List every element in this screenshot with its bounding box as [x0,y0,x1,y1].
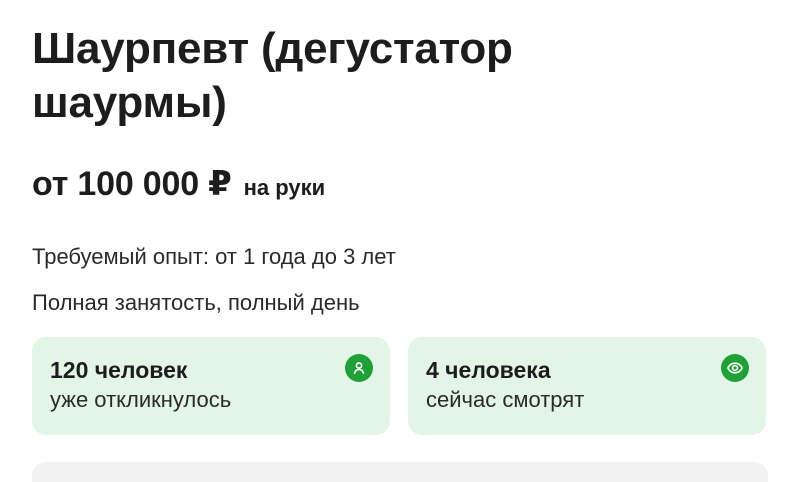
experience-requirement: Требуемый опыт: от 1 года до 3 лет [32,244,396,269]
eye-icon [721,354,749,382]
salary-amount: от 100 000 ₽ [32,165,232,203]
viewers-caption: сейчас смотрят [426,387,585,412]
employment-type: Полная занятость, полный день [32,290,360,315]
salary-note: на руки [243,175,326,200]
salary: от 100 000 ₽ на руки [32,164,769,204]
responses-card: 120 человек уже откликнулось [32,337,390,435]
responses-count: 120 человек [50,357,188,383]
responses-caption: уже откликнулось [50,387,232,412]
vacancy-details: Требуемый опыт: от 1 года до 3 лет Полна… [32,244,769,316]
vacancy-title: Шаурпевт (дегустатор шаурмы) [32,24,513,127]
stats-cards: 120 человек уже откликнулось 4 человека … [32,337,766,435]
next-card-edge [32,462,768,482]
viewers-card: 4 человека сейчас смотрят [408,337,766,435]
person-icon [345,354,373,382]
viewers-count: 4 человека [426,357,551,383]
